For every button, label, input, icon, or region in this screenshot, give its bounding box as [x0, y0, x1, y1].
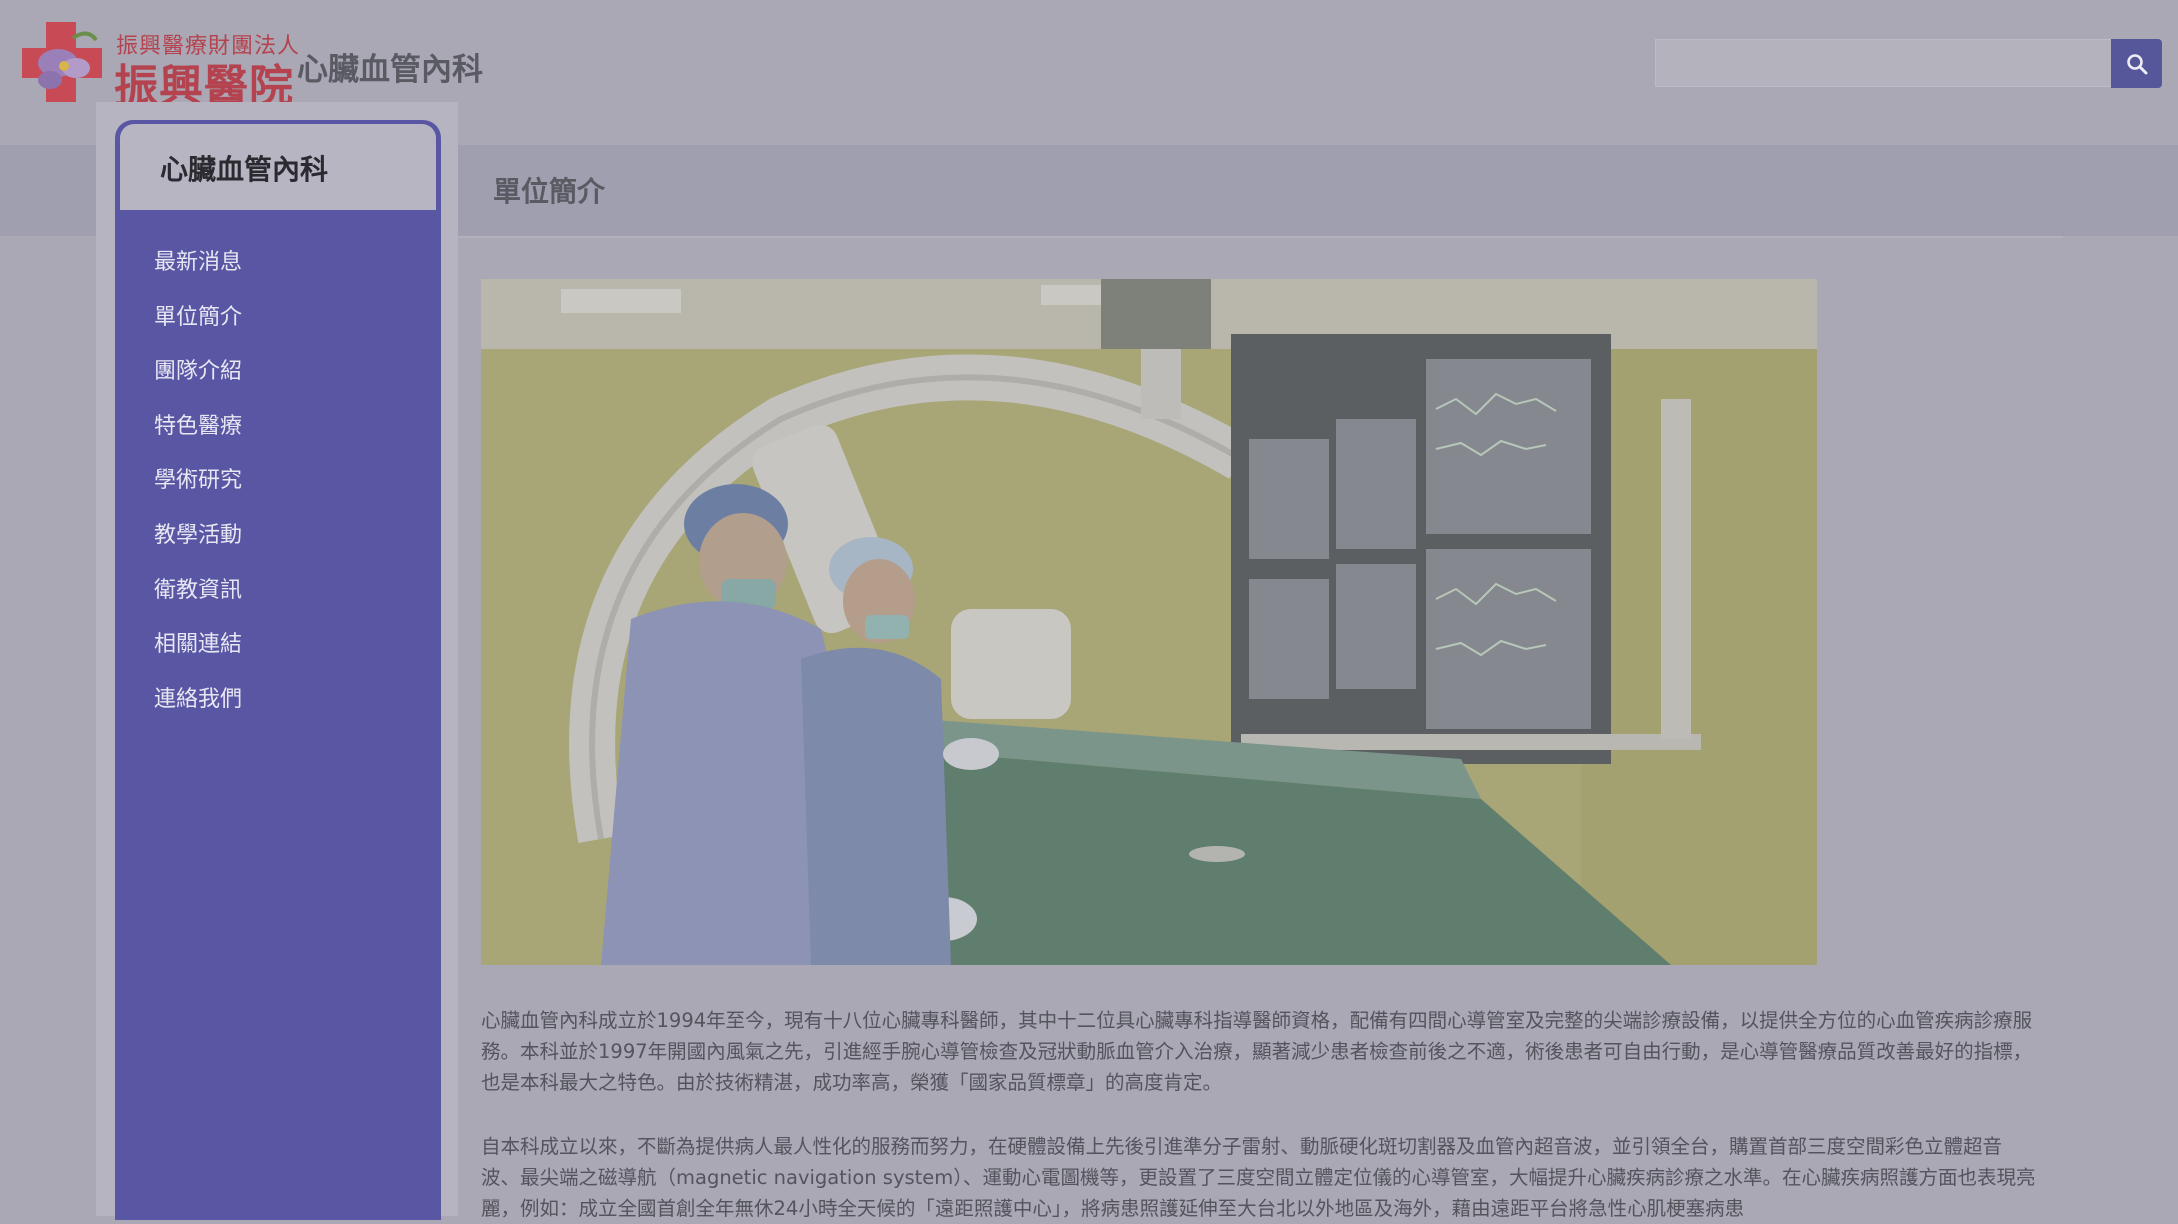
- divider: [458, 236, 2063, 238]
- sidebar-title[interactable]: 心臟血管內科: [160, 148, 328, 188]
- department-title[interactable]: 心臟血管內科: [297, 44, 483, 89]
- search-icon: [2126, 53, 2147, 74]
- hospital-logo-icon[interactable]: [18, 18, 108, 106]
- sidebar-item-specialty[interactable]: 特色醫療: [154, 408, 242, 463]
- sidebar-item-news[interactable]: 最新消息: [154, 244, 242, 299]
- search-button[interactable]: [2111, 39, 2162, 88]
- sidebar-item-team[interactable]: 團隊介紹: [154, 353, 242, 408]
- sidebar-item-links[interactable]: 相關連結: [154, 626, 242, 681]
- cath-lab-photo: [481, 279, 1817, 965]
- search-input[interactable]: [1655, 39, 2111, 87]
- sidebar-item-teaching[interactable]: 教學活動: [154, 517, 242, 572]
- page-title: 單位簡介: [493, 175, 606, 208]
- sidebar-item-contact[interactable]: 連絡我們: [154, 681, 242, 736]
- sidebar-menu: 最新消息 單位簡介 團隊介紹 特色醫療 學術研究 教學活動 衛教資訊 相關連結 …: [154, 244, 242, 735]
- intro-paragraph-2: 自本科成立以來，不斷為提供病人最人性化的服務而努力，在硬體設備上先後引進準分子雷…: [481, 1135, 2036, 1220]
- sidebar-item-research[interactable]: 學術研究: [154, 462, 242, 517]
- intro-paragraph-1: 心臟血管內科成立於1994年至今，現有十八位心臟專科醫師，其中十二位具心臟專科指…: [481, 1009, 2033, 1094]
- sidebar-item-health-education[interactable]: 衛教資訊: [154, 572, 242, 627]
- sidebar-item-about[interactable]: 單位簡介: [154, 299, 242, 354]
- sidebar-header[interactable]: 心臟血管內科: [120, 124, 436, 210]
